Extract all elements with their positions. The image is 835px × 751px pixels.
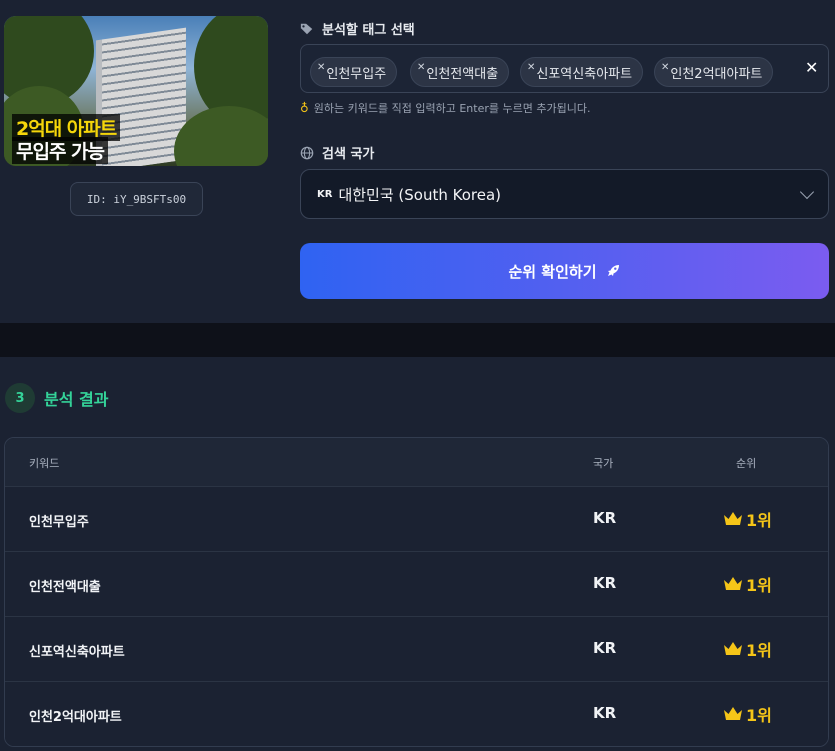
tag-chip[interactable]: ✕ 인천전액대출 (410, 57, 510, 87)
tag-section-label-text: 분석할 태그 선택 (322, 23, 415, 38)
country-section-label: 검색 국가 (300, 143, 374, 162)
remove-tag-icon[interactable]: ✕ (661, 62, 669, 73)
row-rank: 1위 (723, 637, 772, 661)
table-row: 인천전액대출 KR 1위 (5, 552, 828, 617)
row-rank: 1위 (723, 507, 772, 531)
tag-section-label: 분석할 태그 선택 (300, 19, 415, 38)
tag-label: 인천2억대아파트 (670, 66, 763, 82)
rocket-icon (607, 265, 619, 276)
row-rank: 1위 (723, 572, 772, 596)
tag-label: 인천전액대출 (426, 66, 499, 82)
row-keyword: 신포역신축아파트 (29, 645, 125, 660)
check-rank-button[interactable]: 순위 확인하기 (300, 243, 829, 299)
table-row: 인천무입주 KR 1위 (5, 487, 828, 552)
table-header: 키워드 국가 순위 (5, 438, 828, 487)
tag-hint-text: 원하는 키워드를 직접 입력하고 Enter를 누르면 추가됩니다. (313, 102, 591, 115)
header-rank: 순위 (736, 457, 757, 470)
remove-tag-icon[interactable]: ✕ (527, 62, 535, 73)
tag-label: 인천무입주 (326, 66, 387, 82)
table-row: 신포역신축아파트 KR 1위 (5, 617, 828, 682)
thumbnail-tree (174, 106, 268, 166)
row-keyword: 인천전액대출 (29, 580, 101, 595)
results-table: 키워드 국가 순위 인천무입주 KR 1위 인천전액대출 KR 1위 신포역신축… (4, 437, 829, 747)
clear-tags-icon[interactable]: ✕ (805, 58, 818, 77)
row-country: KR (593, 509, 617, 527)
tag-chip[interactable]: ✕ 신포역신축아파트 (520, 57, 644, 87)
tag-label: 신포역신축아파트 (536, 66, 633, 82)
row-rank: 1위 (723, 702, 772, 726)
row-keyword: 인천무입주 (29, 515, 89, 530)
thumbnail-building (96, 27, 186, 166)
country-select-value: 대한민국 (South Korea) (338, 185, 502, 204)
crown-icon (724, 642, 742, 655)
thumbnail-caption-line2: 무입주 가능 (12, 137, 109, 164)
header-country: 국가 (593, 457, 614, 470)
row-rank-text: 1위 (746, 641, 772, 660)
remove-tag-icon[interactable]: ✕ (317, 62, 325, 73)
chevron-down-icon (799, 184, 815, 200)
tag-input-box[interactable]: ✕ 인천무입주 ✕ 인천전액대출 ✕ 신포역신축아파트 ✕ 인천2억대아파트 (300, 44, 829, 93)
results-title: 분석 결과 (44, 390, 109, 409)
lightbulb-icon: ♁ (300, 101, 309, 115)
step-badge: 3 (5, 383, 35, 413)
video-thumbnail[interactable]: 2억대 아파트 무입주 가능 (4, 16, 268, 166)
row-rank-text: 1위 (746, 576, 772, 595)
crown-icon (724, 707, 742, 720)
country-select[interactable]: KR 대한민국 (South Korea) (300, 169, 829, 219)
tag-hint: ♁ 원하는 키워드를 직접 입력하고 Enter를 누르면 추가됩니다. (300, 100, 590, 116)
crown-icon (724, 512, 742, 525)
table-row: 인천2억대아파트 KR 1위 (5, 682, 828, 746)
globe-icon (300, 146, 314, 159)
section-divider (0, 323, 835, 357)
row-keyword: 인천2억대아파트 (29, 710, 122, 725)
row-country: KR (593, 639, 617, 657)
video-id-badge: ID: iY_9BSFTs00 (70, 182, 203, 216)
tag-chip[interactable]: ✕ 인천무입주 (310, 57, 398, 87)
row-country: KR (593, 704, 617, 722)
row-rank-text: 1위 (746, 706, 772, 725)
remove-tag-icon[interactable]: ✕ (417, 62, 425, 73)
tag-icon (300, 23, 313, 34)
country-code: KR (317, 188, 333, 200)
row-rank-text: 1위 (746, 511, 772, 530)
country-section-label-text: 검색 국가 (322, 147, 375, 162)
check-rank-button-label: 순위 확인하기 (508, 262, 597, 281)
tag-chip[interactable]: ✕ 인천2억대아파트 (654, 57, 774, 87)
header-keyword: 키워드 (29, 457, 60, 470)
crown-icon (724, 577, 742, 590)
row-country: KR (593, 574, 617, 592)
